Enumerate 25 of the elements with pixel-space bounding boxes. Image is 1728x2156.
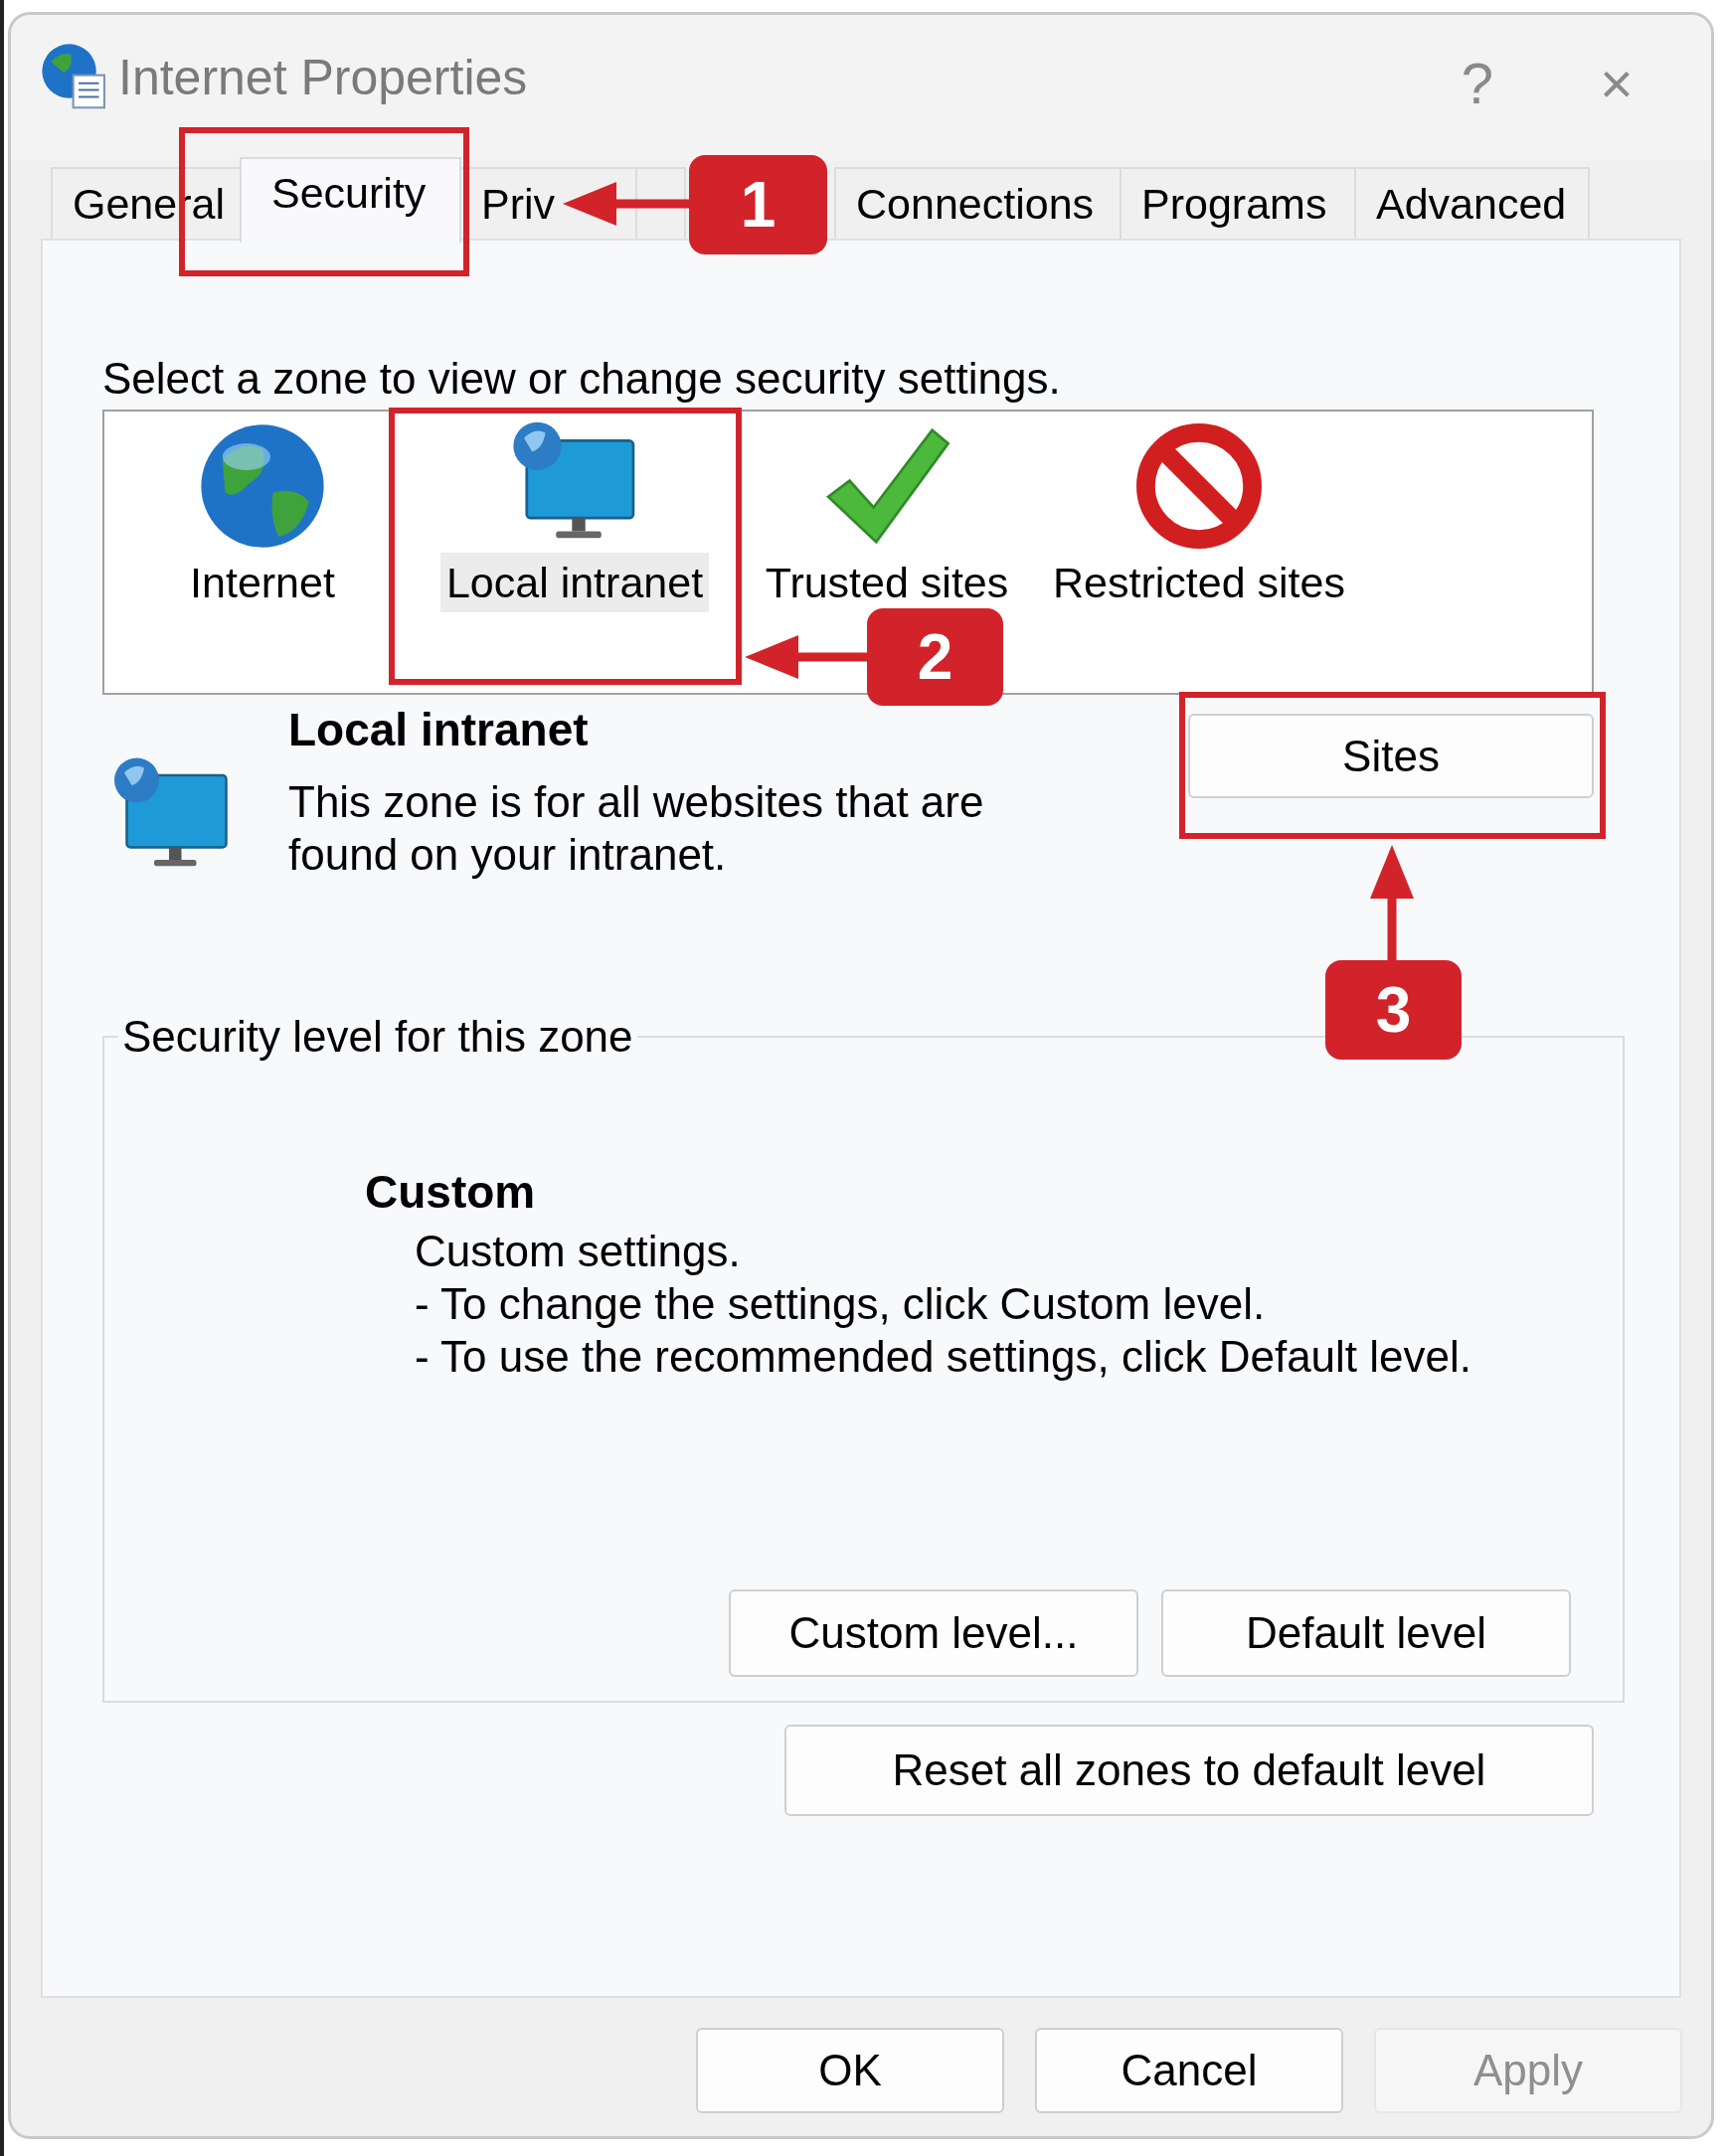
level-name: Custom [365,1168,536,1216]
step-badge: 1 [689,155,827,254]
zone-prompt: Select a zone to view or change security settings. [102,353,1062,405]
zone-title: Local intranet [288,706,589,753]
level-button[interactable]: Default level [1161,1589,1571,1677]
dialog-button[interactable]: Cancel [1035,2028,1343,2113]
window-title: Internet Properties [118,49,529,106]
zone-item[interactable]: Internet [184,553,341,612]
level-description: - To change the settings, click Custom level. [415,1278,1267,1330]
sites-button[interactable]: Sites [1188,714,1594,798]
level-description: - To use the recommended settings, click Default level. [415,1331,1472,1383]
level-button[interactable]: Custom level... [729,1589,1138,1677]
step-badge: 2 [867,608,1003,706]
zone-item[interactable]: Restricted sites [1047,553,1351,612]
globe-document-icon [41,43,108,110]
tab[interactable]: Advanced [1354,167,1590,239]
reset-button[interactable]: Reset all zones to default level [784,1725,1594,1816]
zone-description: This zone is for all websites that are found on your intranet. [288,776,985,881]
step-badge: 3 [1325,960,1462,1060]
level-description: Custom settings. [415,1226,742,1277]
dialog-button[interactable]: OK [696,2028,1004,2113]
zone-item[interactable]: Local intranet [439,553,710,612]
tab[interactable]: Connections [834,167,1122,239]
group-legend: Security level for this zone [118,1011,637,1063]
tab[interactable]: Security [240,157,461,243]
